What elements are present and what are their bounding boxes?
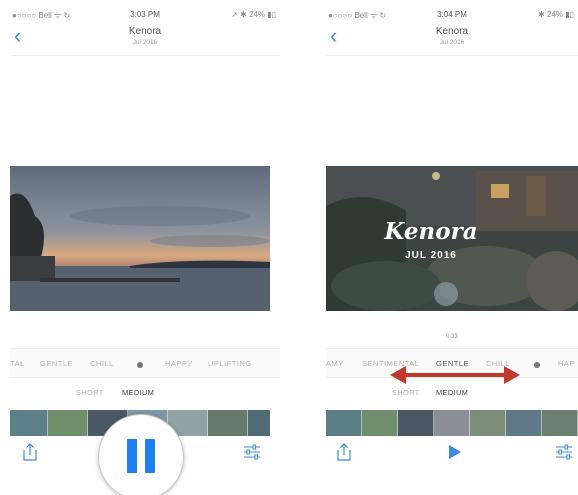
length-picker: SHORT MEDIUM — [10, 378, 280, 408]
mood-option[interactable]: AMY — [326, 359, 344, 368]
nav-subtitle: Jul 2016 — [132, 39, 158, 46]
filmstrip-frame — [434, 410, 470, 436]
battery-status: ➚ ✱ 24% ▮▯ — [231, 10, 276, 19]
mood-option[interactable]: UPLIFTING — [208, 359, 252, 368]
memory-date-overlay: JUL 2016 — [405, 250, 457, 261]
pause-icon — [145, 439, 155, 473]
filmstrip-frame — [398, 410, 434, 436]
mood-option[interactable]: HAP — [558, 359, 575, 368]
mood-dot-icon[interactable] — [137, 362, 143, 368]
pause-button[interactable] — [98, 414, 184, 495]
play-icon[interactable] — [444, 442, 464, 462]
nav-bar: ‹ Kenora Jul 2016 — [10, 22, 280, 56]
filmstrip[interactable] — [326, 410, 578, 436]
video-duration: 0:33 — [446, 334, 458, 340]
memory-video-preview[interactable]: Kenora JUL 2016 — [326, 166, 578, 311]
length-medium-option[interactable]: MEDIUM — [436, 388, 468, 397]
share-icon[interactable] — [334, 442, 354, 462]
length-short-option[interactable]: SHORT — [392, 388, 420, 397]
filmstrip-frame — [362, 410, 398, 436]
mood-picker: TAL GENTLE CHILL HAPPY UPLIFTING — [10, 348, 280, 378]
filmstrip-frame — [326, 410, 362, 436]
battery-status: ✱ 24% ▮▯ — [538, 10, 574, 19]
mood-option[interactable]: GENTLE — [40, 359, 73, 368]
nav-bar: ‹ Kenora Jul 2016 — [326, 22, 578, 56]
memory-video-preview[interactable] — [10, 166, 270, 311]
status-bar: ●○○○○ Bell ᯤ ↻ 3:03 PM ➚ ✱ 24% ▮▯ — [10, 10, 280, 22]
bottom-toolbar — [326, 436, 578, 470]
mood-option[interactable]: HAPPY — [165, 359, 193, 368]
memory-title-overlay: Kenora — [384, 218, 478, 245]
sliders-icon[interactable] — [242, 442, 262, 462]
mood-option[interactable]: CHILL — [90, 359, 114, 368]
sliders-icon[interactable] — [554, 442, 574, 462]
filmstrip-frame — [48, 410, 88, 436]
mood-dot-icon[interactable] — [534, 362, 540, 368]
phone-screen-left: ●○○○○ Bell ᯤ ↻ 3:03 PM ➚ ✱ 24% ▮▯ ‹ Keno… — [10, 0, 280, 470]
filmstrip-frame — [542, 410, 578, 436]
length-short-option[interactable]: SHORT — [76, 388, 104, 397]
status-bar: ●○○○○ Bell ᯤ ↻ 3:04 PM ✱ 24% ▮▯ — [326, 10, 578, 22]
filmstrip-frame — [208, 410, 248, 436]
swipe-arrow-icon — [390, 366, 520, 384]
nav-title: Kenora — [128, 26, 162, 37]
filmstrip-frame — [10, 410, 48, 436]
share-icon[interactable] — [20, 442, 40, 462]
nav-subtitle: Jul 2016 — [439, 39, 465, 46]
filmstrip-frame — [470, 410, 506, 436]
nav-title: Kenora — [435, 26, 469, 37]
filmstrip-frame — [506, 410, 542, 436]
pause-icon — [127, 439, 137, 473]
mood-option[interactable]: TAL — [10, 359, 25, 368]
length-medium-option[interactable]: MEDIUM — [122, 388, 154, 397]
phone-screen-right: ●○○○○ Bell ᯤ ↻ 3:04 PM ✱ 24% ▮▯ ‹ Kenora… — [326, 0, 578, 470]
filmstrip-frame — [248, 410, 270, 436]
